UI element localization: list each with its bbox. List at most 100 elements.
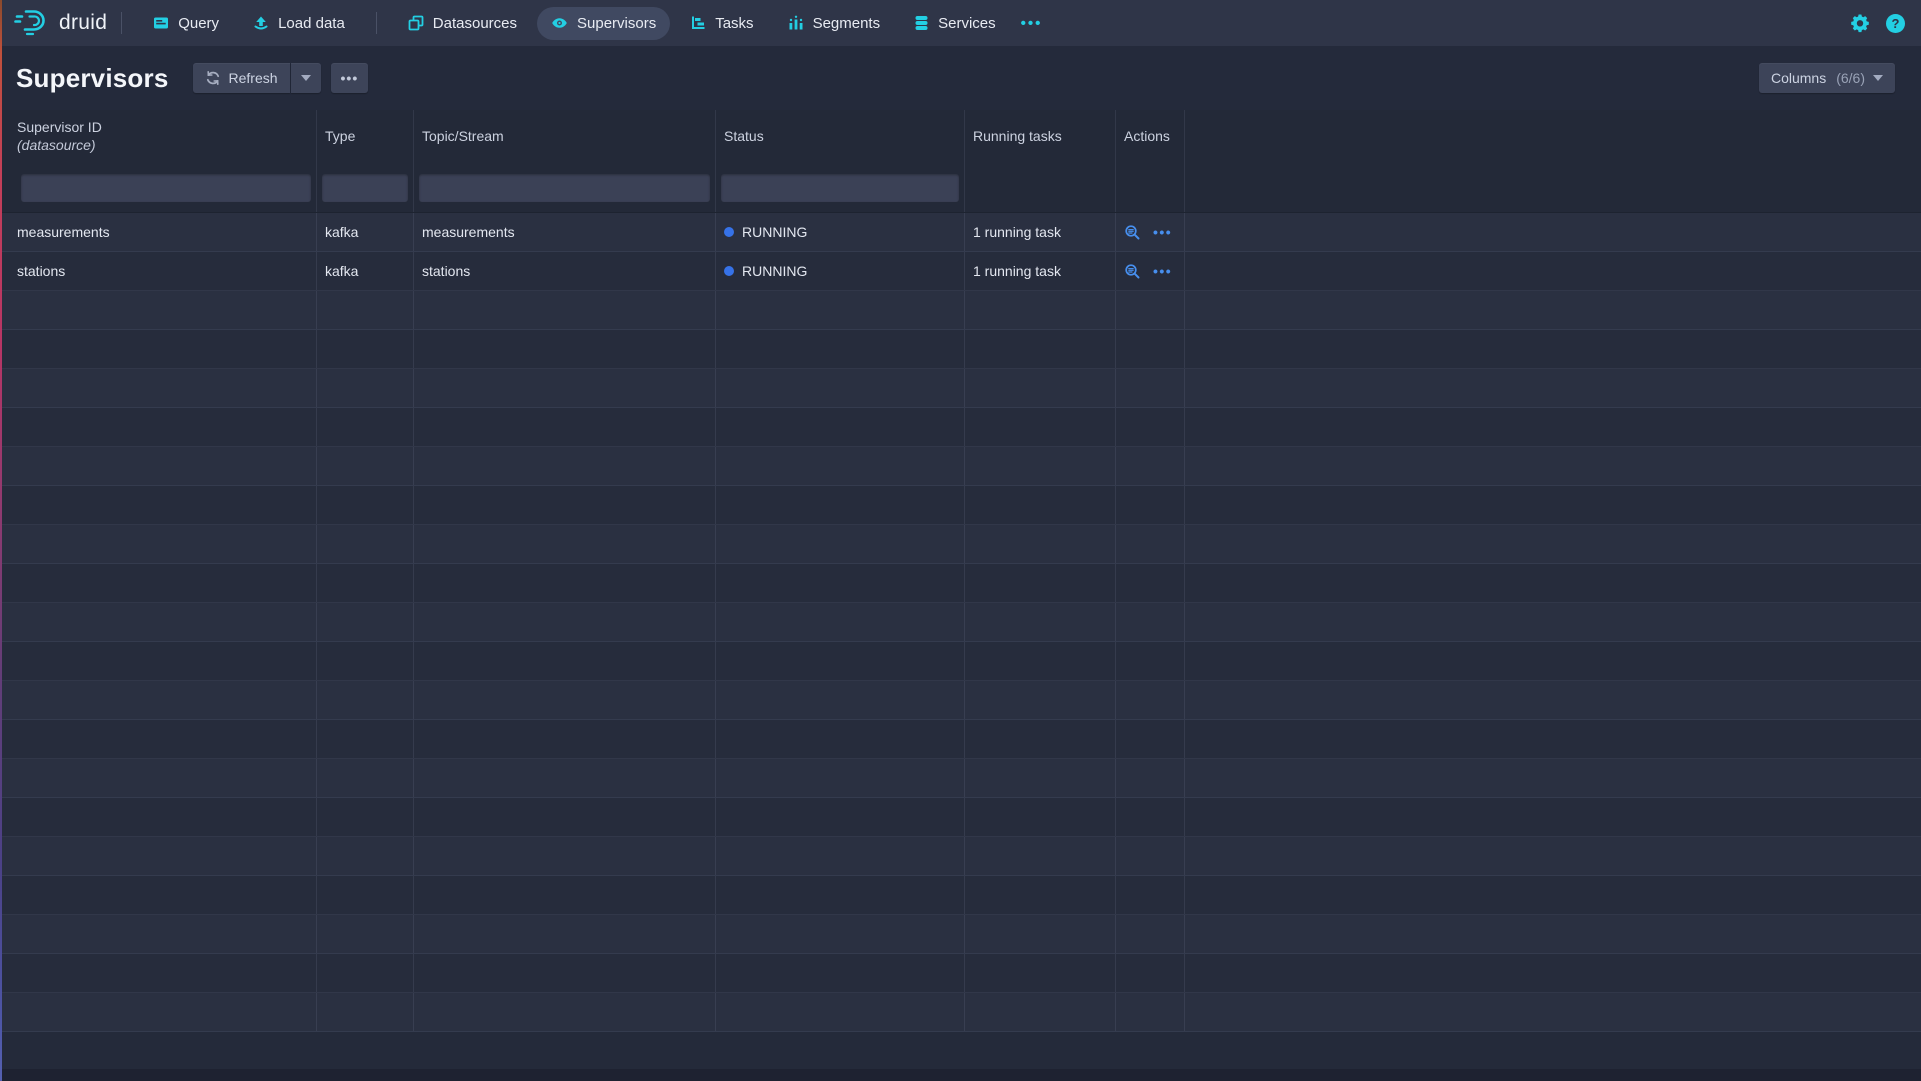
help-icon[interactable]: ? bbox=[1886, 14, 1905, 33]
control-bar: Supervisors Refresh ••• Columns (6/6) bbox=[0, 46, 1921, 110]
druid-logo[interactable]: druid bbox=[14, 6, 107, 41]
status-running-dot bbox=[724, 227, 734, 237]
empty-cell bbox=[1184, 447, 1921, 485]
column-header-status[interactable]: Status bbox=[715, 110, 964, 163]
empty-cell bbox=[0, 681, 316, 719]
empty-cell bbox=[316, 837, 413, 875]
query-icon bbox=[153, 15, 169, 31]
status-running-dot bbox=[724, 266, 734, 276]
services-icon bbox=[914, 15, 929, 31]
column-header-running-tasks[interactable]: Running tasks bbox=[964, 110, 1115, 163]
empty-cell bbox=[1115, 486, 1184, 524]
refresh-button[interactable]: Refresh bbox=[193, 63, 290, 93]
empty-table-row bbox=[0, 993, 1921, 1032]
nav-overflow-more-icon[interactable]: ••• bbox=[1013, 7, 1051, 40]
nav-item-datasources[interactable]: Datasources bbox=[394, 7, 531, 40]
empty-table-row bbox=[0, 954, 1921, 993]
column-header-type[interactable]: Type bbox=[316, 110, 413, 163]
refresh-button-label: Refresh bbox=[229, 70, 278, 86]
more-actions-button[interactable]: ••• bbox=[331, 63, 369, 93]
empty-cell bbox=[413, 954, 715, 992]
inspect-magnifier-icon[interactable] bbox=[1124, 224, 1141, 241]
filter-cell bbox=[316, 163, 413, 212]
empty-cell bbox=[0, 915, 316, 953]
empty-cell bbox=[413, 525, 715, 563]
nav-item-supervisors[interactable]: Supervisors bbox=[537, 7, 670, 40]
empty-cell bbox=[0, 486, 316, 524]
empty-cell bbox=[413, 603, 715, 641]
nav-item-query[interactable]: Query bbox=[139, 7, 233, 40]
empty-table-row bbox=[0, 720, 1921, 759]
nav-item-services[interactable]: Services bbox=[900, 7, 1010, 40]
empty-cell bbox=[964, 720, 1115, 758]
type-cell: kafka bbox=[316, 213, 413, 251]
empty-cell bbox=[715, 369, 964, 407]
running-tasks-cell: 1 running task bbox=[964, 213, 1115, 251]
empty-cell bbox=[316, 876, 413, 914]
empty-cell bbox=[1184, 486, 1921, 524]
nav-item-label: Query bbox=[178, 15, 219, 32]
empty-cell bbox=[1184, 954, 1921, 992]
filler-cell bbox=[1184, 252, 1921, 290]
empty-cell bbox=[715, 993, 964, 1031]
column-header-label: Status bbox=[724, 128, 964, 146]
status-filter-input[interactable] bbox=[721, 174, 959, 202]
empty-cell bbox=[1184, 993, 1921, 1031]
empty-cell bbox=[1115, 447, 1184, 485]
table-row[interactable]: measurements kafka measurements RUNNING … bbox=[0, 213, 1921, 252]
empty-table-row bbox=[0, 759, 1921, 798]
empty-cell bbox=[964, 837, 1115, 875]
nav-item-segments[interactable]: Segments bbox=[774, 7, 895, 40]
empty-cell bbox=[1115, 642, 1184, 680]
nav-item-tasks[interactable]: Tasks bbox=[676, 7, 767, 40]
row-more-actions-icon[interactable]: ••• bbox=[1153, 263, 1172, 279]
topic-stream-filter-input[interactable] bbox=[419, 174, 710, 202]
empty-cell bbox=[316, 720, 413, 758]
empty-cell bbox=[715, 876, 964, 914]
columns-button[interactable]: Columns (6/6) bbox=[1759, 63, 1895, 93]
type-filter-input[interactable] bbox=[322, 174, 408, 202]
empty-cell bbox=[964, 447, 1115, 485]
empty-cell bbox=[715, 798, 964, 836]
empty-cell bbox=[1115, 603, 1184, 641]
empty-cell bbox=[316, 447, 413, 485]
empty-cell bbox=[316, 915, 413, 953]
status-label: RUNNING bbox=[742, 224, 807, 240]
column-header-label: Supervisor ID bbox=[17, 119, 316, 137]
type-cell: kafka bbox=[316, 252, 413, 290]
empty-cell bbox=[1115, 564, 1184, 602]
actions-cell: ••• bbox=[1115, 213, 1184, 251]
empty-cell bbox=[1184, 876, 1921, 914]
empty-cell bbox=[413, 993, 715, 1031]
gear-icon[interactable] bbox=[1850, 13, 1870, 33]
column-header-topic-stream[interactable]: Topic/Stream bbox=[413, 110, 715, 163]
filter-cell bbox=[0, 163, 316, 212]
table-row[interactable]: stations kafka stations RUNNING 1 runnin… bbox=[0, 252, 1921, 291]
empty-cell bbox=[413, 564, 715, 602]
empty-cell bbox=[964, 603, 1115, 641]
row-more-actions-icon[interactable]: ••• bbox=[1153, 224, 1172, 240]
empty-cell bbox=[1184, 837, 1921, 875]
nav-item-label: Tasks bbox=[715, 15, 753, 32]
empty-cell bbox=[715, 681, 964, 719]
refresh-button-group: Refresh bbox=[193, 63, 321, 93]
empty-table-row bbox=[0, 642, 1921, 681]
empty-table-row bbox=[0, 447, 1921, 486]
refresh-interval-caret-button[interactable] bbox=[291, 63, 321, 93]
empty-cell bbox=[1115, 759, 1184, 797]
inspect-magnifier-icon[interactable] bbox=[1124, 263, 1141, 280]
empty-cell bbox=[1184, 798, 1921, 836]
filter-cell bbox=[1115, 163, 1184, 212]
supervisor-id-filter-input[interactable] bbox=[21, 174, 311, 202]
empty-table-row bbox=[0, 369, 1921, 408]
column-header-actions: Actions bbox=[1115, 110, 1184, 163]
left-edge-gradient bbox=[0, 0, 2, 1081]
status-cell: RUNNING bbox=[715, 213, 964, 251]
column-header-supervisor-id[interactable]: Supervisor ID (datasource) bbox=[0, 110, 316, 163]
empty-cell bbox=[964, 681, 1115, 719]
nav-item-load-data[interactable]: Load data bbox=[239, 7, 359, 40]
empty-cell bbox=[0, 447, 316, 485]
empty-cell bbox=[715, 447, 964, 485]
empty-cell bbox=[715, 837, 964, 875]
empty-cell bbox=[1184, 525, 1921, 563]
